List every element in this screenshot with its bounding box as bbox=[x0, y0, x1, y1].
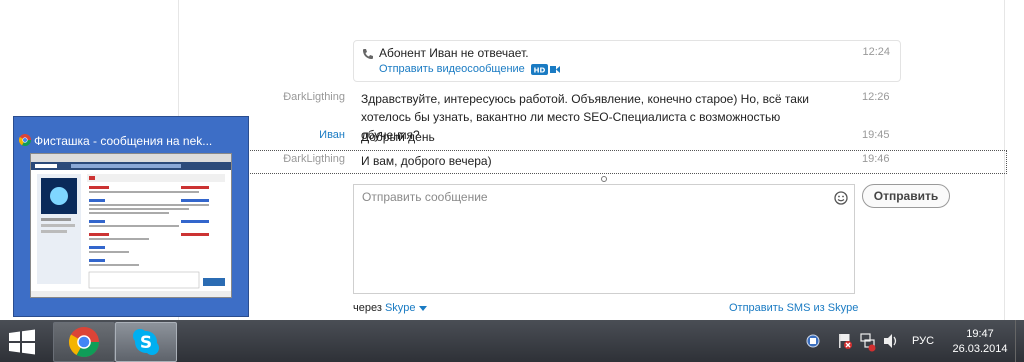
call-status-text: Абонент Иван не отвечает. bbox=[379, 46, 529, 60]
svg-text:S: S bbox=[140, 333, 152, 353]
send-sms-link[interactable]: Отправить SMS из Skype bbox=[729, 302, 858, 314]
system-clock[interactable]: 19:47 26.03.2014 bbox=[950, 327, 1010, 357]
hd-video-icon: HD bbox=[530, 63, 560, 75]
taskbar: S РУС 19:47 26.03.2014 bbox=[0, 320, 1024, 362]
svg-text:HD: HD bbox=[534, 66, 546, 74]
send-button[interactable]: Отправить bbox=[862, 184, 950, 208]
message-time: 19:45 bbox=[862, 129, 890, 141]
missed-call-card: Абонент Иван не отвечает. 12:24 Отправит… bbox=[353, 40, 901, 82]
thumbnail-title: Фисташка - сообщения на nek... bbox=[34, 134, 213, 148]
thumbnail-page-image bbox=[30, 153, 232, 298]
send-video-message-label: Отправить видеосообщение bbox=[379, 63, 525, 75]
message-sender: ÐarkLigthing bbox=[283, 153, 345, 165]
language-indicator[interactable]: РУС bbox=[912, 335, 934, 347]
via-prefix: через bbox=[353, 302, 382, 314]
taskbar-thumbnail-preview[interactable]: Фисташка - сообщения на nek... bbox=[13, 116, 249, 317]
message-text: Добрый день bbox=[361, 130, 435, 144]
message-text: И вам, доброго вечера) bbox=[361, 154, 492, 168]
clock-time: 19:47 bbox=[966, 328, 994, 340]
skype-icon: S bbox=[133, 329, 159, 355]
message-sender[interactable]: Иван bbox=[319, 129, 345, 141]
network-icon[interactable] bbox=[859, 320, 877, 362]
via-service: через Skype bbox=[353, 302, 427, 314]
chrome-icon bbox=[19, 134, 31, 146]
send-video-message-link[interactable]: Отправить видеосообщение HD bbox=[379, 63, 561, 75]
clock-date: 26.03.2014 bbox=[952, 343, 1008, 355]
tray-monitor-icon[interactable] bbox=[805, 320, 821, 362]
chrome-icon bbox=[68, 327, 99, 358]
service-selector[interactable]: Skype bbox=[385, 302, 427, 314]
call-time: 12:24 bbox=[862, 46, 890, 58]
windows-start-icon[interactable] bbox=[8, 329, 36, 355]
message-input[interactable]: Отправить сообщение bbox=[353, 184, 855, 294]
emoticon-icon[interactable] bbox=[834, 191, 848, 205]
message-time: 19:46 bbox=[862, 153, 890, 165]
message-sender: ÐarkLigthing bbox=[283, 91, 345, 103]
taskbar-skype-button[interactable]: S bbox=[115, 322, 177, 362]
message-time: 12:26 bbox=[862, 91, 890, 103]
service-selector-label: Skype bbox=[384, 302, 416, 314]
chevron-down-icon bbox=[418, 305, 427, 311]
message-input-placeholder: Отправить сообщение bbox=[362, 190, 488, 204]
show-desktop-button[interactable] bbox=[1015, 320, 1024, 362]
tray-flag-icon[interactable] bbox=[836, 320, 854, 362]
phone-icon bbox=[363, 49, 373, 59]
resize-grip-icon[interactable] bbox=[601, 176, 607, 182]
taskbar-chrome-button[interactable] bbox=[53, 322, 115, 362]
volume-icon[interactable] bbox=[882, 320, 900, 362]
